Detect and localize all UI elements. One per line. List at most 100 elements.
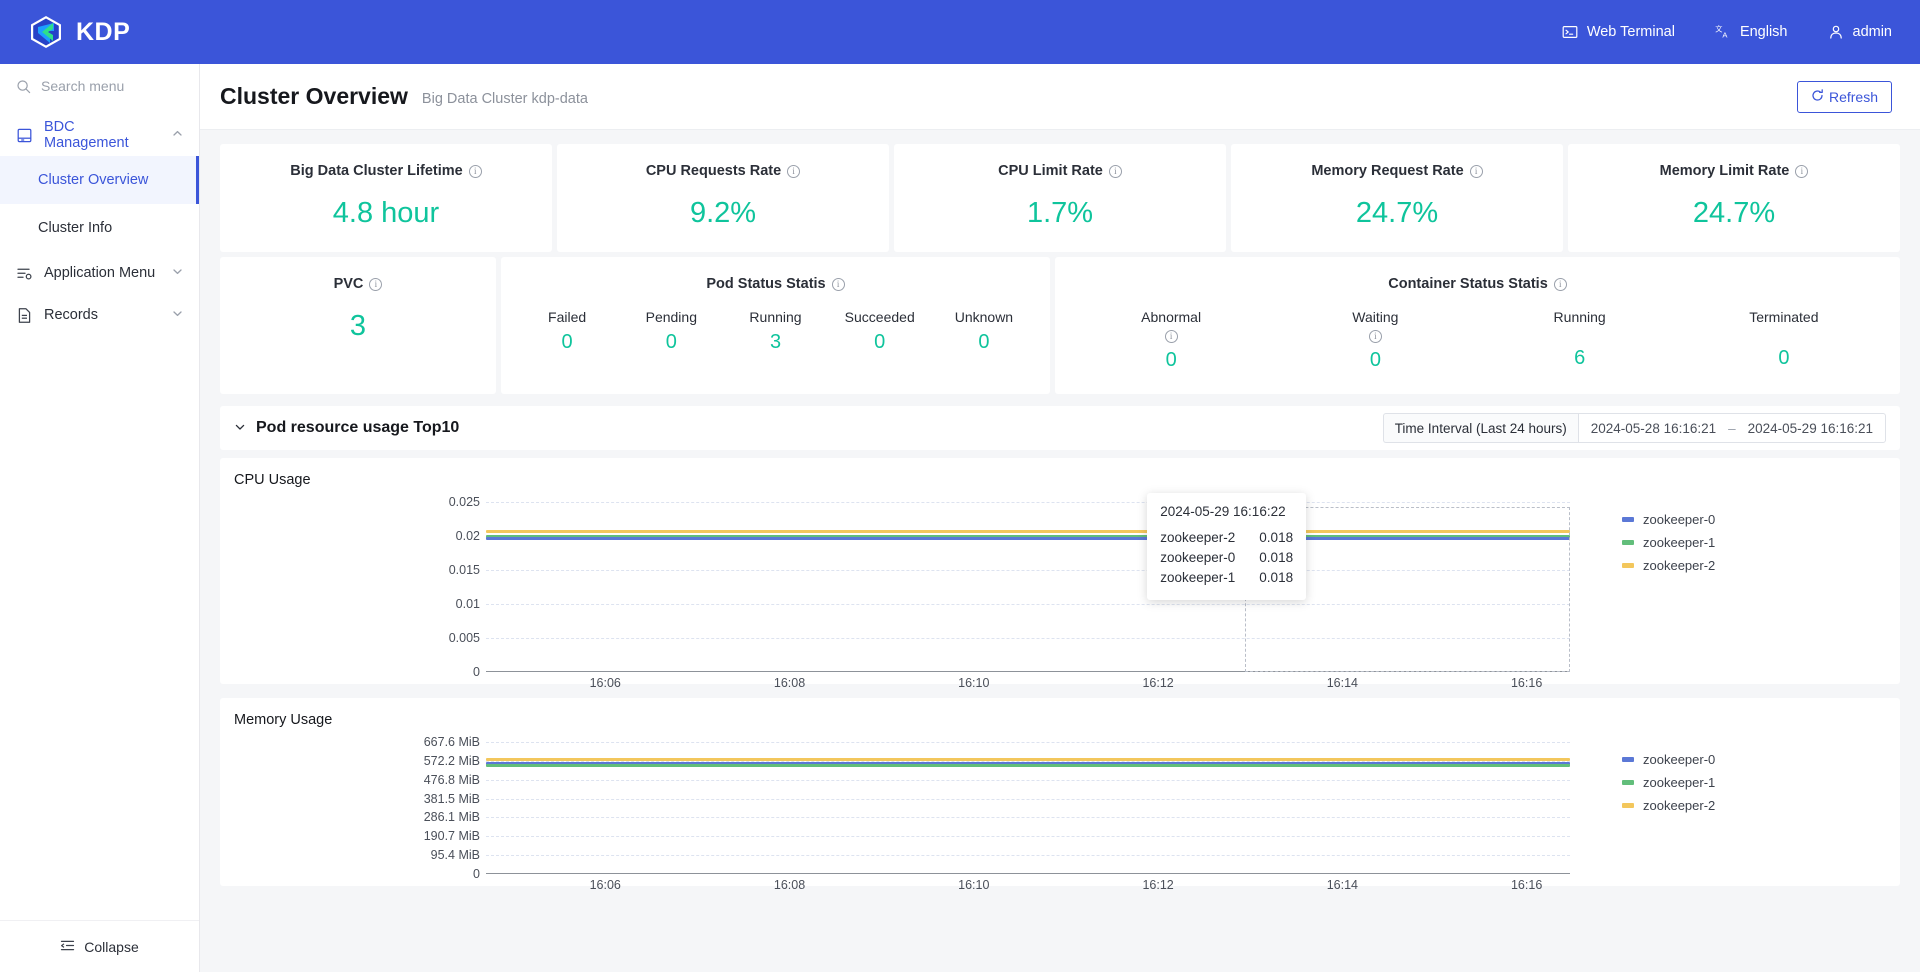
x-tick: 16:14 <box>1326 878 1358 892</box>
section-header: Pod resource usage Top10 Time Interval (… <box>220 406 1900 450</box>
memory-usage-chart: 667.6 MiB 572.2 MiB 476.8 MiB 381.5 MiB … <box>220 735 1900 892</box>
chevron-down-icon[interactable] <box>234 421 246 436</box>
card-title: PVC i <box>234 276 482 292</box>
stat-value: 0 <box>874 331 886 353</box>
document-icon <box>16 307 33 324</box>
legend-label: zookeeper-2 <box>1643 798 1716 813</box>
time-interval-button[interactable]: Time Interval (Last 24 hours) <box>1382 413 1578 443</box>
card-title: Pod Status Statis i <box>515 276 1036 292</box>
stat-value: 0 <box>665 331 677 353</box>
sidebar-collapse-button[interactable]: Collapse <box>0 920 199 972</box>
refresh-button[interactable]: Refresh <box>1796 80 1892 113</box>
time-range-picker[interactable]: 2024-05-28 16:16:21 – 2024-05-29 16:16:2… <box>1577 413 1886 443</box>
cpu-y-axis: 0.025 0.02 0.015 0.01 0.005 0 <box>220 495 480 679</box>
legend-item-zookeeper-2[interactable]: zookeeper-2 <box>1622 794 1872 817</box>
search-menu-input[interactable]: Search menu <box>0 64 199 108</box>
card-memory-limit-rate: Memory Limit Rate i 24.7% <box>1568 144 1900 252</box>
sidebar-item-cluster-overview[interactable]: Cluster Overview <box>0 156 199 204</box>
tooltip-row: zookeeper-2 0.018 <box>1160 528 1293 548</box>
card-title: Memory Limit Rate i <box>1582 163 1886 179</box>
y-tick: 286.1 MiB <box>423 810 480 825</box>
stat-value: 0 <box>978 331 990 353</box>
card-cpu-requests-rate: CPU Requests Rate i 9.2% <box>557 144 889 252</box>
top-header: KDP Web Terminal 文 A English admin <box>0 0 1920 64</box>
stat-label-text: Terminated <box>1749 309 1819 325</box>
info-icon[interactable]: i <box>1108 164 1122 178</box>
stat-value: 6 <box>1574 347 1586 369</box>
container-status-waiting: Waiting i 0 <box>1273 309 1477 372</box>
info-icon[interactable]: i <box>1164 330 1178 343</box>
search-icon <box>16 79 31 94</box>
list-settings-icon <box>16 265 33 282</box>
brand[interactable]: KDP <box>0 14 200 50</box>
legend-item-zookeeper-0[interactable]: zookeeper-0 <box>1622 748 1872 771</box>
search-menu-placeholder: Search menu <box>41 78 125 94</box>
terminal-icon <box>1562 24 1578 40</box>
stat-label-text: Abnormal <box>1141 309 1202 325</box>
card-title: CPU Requests Rate i <box>571 163 875 179</box>
book-icon <box>16 127 33 144</box>
collapse-icon <box>60 938 75 956</box>
legend-item-zookeeper-2[interactable]: zookeeper-2 <box>1622 554 1872 577</box>
info-icon[interactable]: i <box>369 277 383 291</box>
brand-name: KDP <box>76 17 131 46</box>
stat-label: Waiting i <box>1273 309 1477 343</box>
main-area: Cluster Overview Big Data Cluster kdp-da… <box>200 64 1920 972</box>
legend-item-zookeeper-0[interactable]: zookeeper-0 <box>1622 508 1872 531</box>
info-icon[interactable]: i <box>1553 277 1567 291</box>
y-tick: 572.2 MiB <box>423 753 480 768</box>
info-icon[interactable]: i <box>787 164 801 178</box>
info-icon[interactable]: i <box>468 164 482 178</box>
x-tick: 16:10 <box>958 676 990 690</box>
cpu-usage-chart-panel: CPU Usage 0.025 0.02 0.015 0.01 0.005 0 <box>220 458 1900 690</box>
pod-status-pending: Pending 0 <box>619 309 723 354</box>
page-subtitle: Big Data Cluster kdp-data <box>421 91 588 107</box>
x-tick: 16:10 <box>958 878 990 892</box>
user-menu[interactable]: admin <box>1828 24 1892 40</box>
card-title: Memory Request Rate i <box>1245 163 1549 179</box>
sidebar-group-records[interactable]: Records <box>0 294 199 336</box>
tooltip-series-value: 0.018 <box>1259 570 1294 585</box>
tooltip-row: zookeeper-1 0.018 <box>1160 568 1293 588</box>
chevron-down-icon <box>172 266 183 280</box>
legend-swatch-icon <box>1622 540 1634 545</box>
x-tick: 16:06 <box>589 878 621 892</box>
card-value: 1.7% <box>1026 197 1094 229</box>
legend-label: zookeeper-2 <box>1643 558 1716 573</box>
chart-tooltip: 2024-05-29 16:16:22 zookeeper-2 0.018 zo… <box>1147 493 1307 600</box>
sidebar-menu: BDC Management Cluster Overview Cluster … <box>0 108 199 920</box>
pod-status-succeeded: Succeeded 0 <box>828 309 932 354</box>
svg-text:文: 文 <box>1715 25 1722 34</box>
cpu-usage-chart: 0.025 0.02 0.015 0.01 0.005 0 2024-05-29… <box>220 493 1900 690</box>
memory-usage-chart-panel: Memory Usage 667.6 MiB 572.2 MiB 476.8 M… <box>220 698 1900 892</box>
cpu-chart-legend: zookeeper-0 zookeeper-1 zookeeper-2 <box>1622 508 1872 577</box>
gridline <box>486 638 1570 639</box>
info-icon[interactable]: i <box>831 277 845 291</box>
x-tick: 16:14 <box>1326 676 1358 690</box>
language-switcher[interactable]: 文 A English <box>1715 24 1787 40</box>
legend-item-zookeeper-1[interactable]: zookeeper-1 <box>1622 531 1872 554</box>
series-line-zookeeper-2 <box>486 758 1570 762</box>
web-terminal-button[interactable]: Web Terminal <box>1562 24 1675 40</box>
sidebar-item-cluster-info[interactable]: Cluster Info <box>0 204 199 252</box>
card-title-text: Memory Limit Rate <box>1659 163 1790 179</box>
app-root: KDP Web Terminal 文 A English admin Searc… <box>0 0 1920 972</box>
gridline <box>486 502 1570 503</box>
stat-label: Abnormal i <box>1069 309 1273 343</box>
memory-chart-legend: zookeeper-0 zookeeper-1 zookeeper-2 <box>1622 748 1872 817</box>
info-icon[interactable]: i <box>1795 164 1809 178</box>
info-icon[interactable]: i <box>1368 330 1382 343</box>
pod-resource-usage-section: Pod resource usage Top10 Time Interval (… <box>220 406 1900 450</box>
card-title-text: Pod Status Statis <box>706 276 826 292</box>
sidebar-group-application-menu[interactable]: Application Menu <box>0 252 199 294</box>
cpu-plot-area: 2024-05-29 16:16:22 zookeeper-2 0.018 zo… <box>486 493 1570 672</box>
info-icon[interactable]: i <box>1469 164 1483 178</box>
container-status-grid: Abnormal i 0 Waiting i 0 Running 6 Termi… <box>1069 309 1886 372</box>
card-big-data-cluster-lifetime: Big Data Cluster Lifetime i 4.8 hour <box>220 144 552 252</box>
legend-item-zookeeper-1[interactable]: zookeeper-1 <box>1622 771 1872 794</box>
y-tick: 476.8 MiB <box>423 772 480 787</box>
topbar-actions: Web Terminal 文 A English admin <box>1562 24 1920 40</box>
sidebar-group-bdc-management[interactable]: BDC Management <box>0 114 199 156</box>
card-title-text: Big Data Cluster Lifetime <box>290 163 463 179</box>
gridline <box>486 604 1570 605</box>
